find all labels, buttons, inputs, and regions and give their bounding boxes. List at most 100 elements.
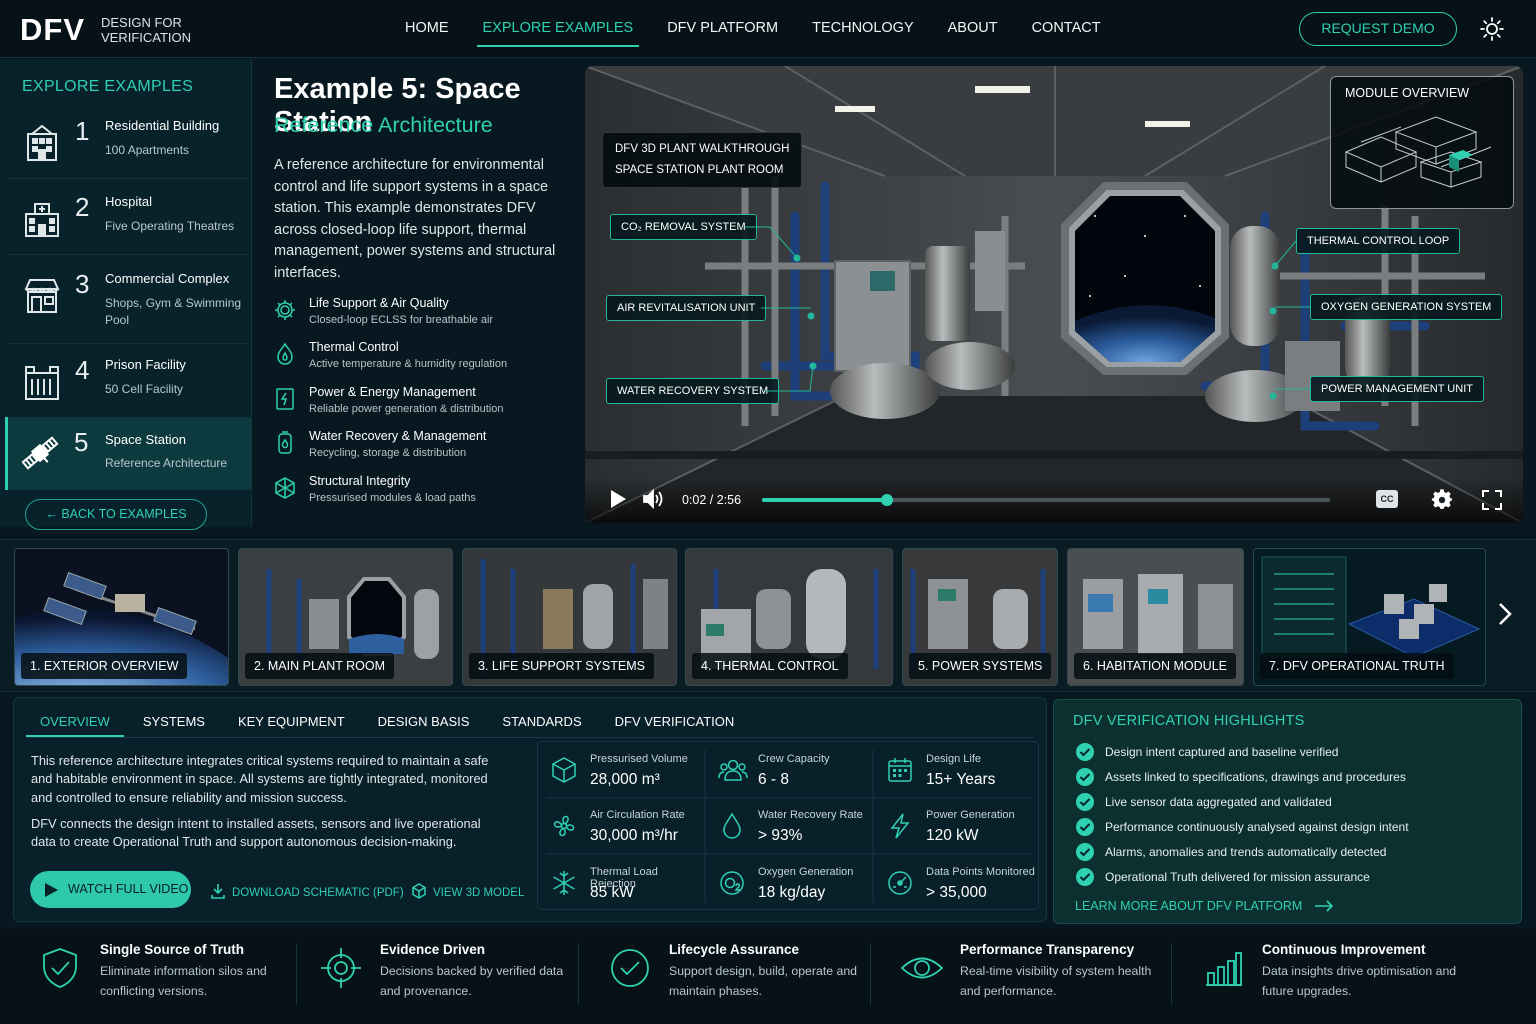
nav-explore-examples[interactable]: EXPLORE EXAMPLES <box>466 0 651 58</box>
footer-title: Continuous Improvement <box>1262 942 1426 957</box>
stat-design-life: Design Life 15+ Years <box>874 742 1041 798</box>
view-3d-model-link[interactable]: VIEW 3D MODEL <box>411 883 524 899</box>
stat-crew-capacity: Crew Capacity 6 - 8 <box>706 742 873 798</box>
volume-icon[interactable] <box>642 489 666 509</box>
stat-thermal-load: Thermal Load Rejection 85 kW <box>538 855 705 911</box>
feature-title: Structural Integrity <box>309 474 411 488</box>
fan-icon <box>550 812 578 840</box>
fullscreen-icon[interactable] <box>1482 490 1502 510</box>
power-panel-icon <box>273 387 297 411</box>
footer-title: Single Source of Truth <box>100 942 245 957</box>
example-description: A reference architecture for environment… <box>274 157 556 281</box>
sidebar-item-commercial[interactable]: 3 Commercial Complex Shops, Gym & Swimmi… <box>8 259 248 344</box>
feature-item: Life Support & Air Quality Closed-loop E… <box>273 296 573 336</box>
thumbnail-label: 3. LIFE SUPPORT SYSTEMS <box>469 653 654 679</box>
logo-tagline-line1: DESIGN FOR <box>101 15 182 30</box>
example-number: 1 <box>75 116 90 146</box>
thumbnail-life-support-systems[interactable]: 3. LIFE SUPPORT SYSTEMS <box>462 548 677 686</box>
stat-value: 15+ Years <box>926 771 996 788</box>
highlight-text: Design intent captured and baseline veri… <box>1105 745 1339 759</box>
learn-more-link[interactable]: LEARN MORE ABOUT DFV PLATFORM <box>1075 899 1334 913</box>
video-controls: 0:02 / 2:56 CC <box>585 477 1523 523</box>
sun-icon[interactable] <box>1480 17 1504 41</box>
download-schematic-link[interactable]: DOWNLOAD SCHEMATIC (PDF) <box>210 883 404 899</box>
logo[interactable]: DFV <box>20 12 85 48</box>
water-tank-icon <box>273 431 297 455</box>
captions-button[interactable]: CC <box>1376 490 1398 508</box>
check-icon <box>1075 792 1095 812</box>
data-gauge-icon <box>886 869 914 897</box>
thumbnail-dfv-operational-truth[interactable]: 7. DFV OPERATIONAL TRUTH <box>1253 548 1486 686</box>
check-icon <box>1075 767 1095 787</box>
stat-value: 85 kW <box>590 884 634 901</box>
calendar-icon <box>886 756 914 784</box>
thumbnail-label: 6. HABITATION MODULE <box>1074 653 1237 679</box>
sidebar-item-space-station[interactable]: 5 Space Station Reference Architecture <box>5 417 251 490</box>
thumbnail-label: 5. POWER SYSTEMS <box>909 653 1052 679</box>
highlight-text: Performance continuously analysed agains… <box>1105 820 1409 834</box>
watch-full-video-button[interactable]: WATCH FULL VIDEO <box>30 871 191 908</box>
feature-title: Life Support & Air Quality <box>309 296 449 310</box>
stats-grid: Pressurised Volume 28,000 m³ Crew Capaci… <box>537 741 1039 910</box>
example-number: 3 <box>75 269 90 299</box>
page-subtitle: Reference Architecture <box>274 113 493 137</box>
overview-paragraph-1: This reference architecture integrates c… <box>31 753 489 805</box>
sidebar-item-prison[interactable]: 4 Prison Facility 50 Cell Facility <box>8 345 248 418</box>
droplet-icon <box>718 812 746 840</box>
feature-item: Structural Integrity Pressurised modules… <box>273 474 573 514</box>
logo-tagline: DESIGN FOR VERIFICATION <box>101 15 191 45</box>
arrow-right-icon <box>1314 900 1333 912</box>
thumbnail-main-plant-room[interactable]: 2. MAIN PLANT ROOM <box>238 548 453 686</box>
back-to-examples-button[interactable]: ← BACK TO EXAMPLES <box>25 499 207 530</box>
module-overview-title: MODULE OVERVIEW <box>1345 86 1470 100</box>
footer-subtitle: Decisions backed by verified data and pr… <box>380 964 564 998</box>
tab-systems[interactable]: SYSTEMS <box>129 708 219 737</box>
sidebar-item-residential[interactable]: 1 Residential Building 100 Apartments <box>8 106 248 179</box>
footer-title: Evidence Driven <box>380 942 486 957</box>
thumbnail-exterior-overview[interactable]: 1. EXTERIOR OVERVIEW <box>14 548 229 686</box>
example-title: Space Station <box>105 432 186 447</box>
satellite-icon <box>20 433 60 473</box>
module-overview-panel[interactable]: MODULE OVERVIEW <box>1330 76 1514 209</box>
example-subtitle: 100 Apartments <box>105 143 190 157</box>
thumbnail-habitation-module[interactable]: 6. HABITATION MODULE <box>1067 548 1244 686</box>
highlight-text: Alarms, anomalies and trends automatical… <box>1105 845 1387 859</box>
nav-dfv-platform[interactable]: DFV PLATFORM <box>650 0 795 58</box>
chevron-right-icon[interactable] <box>1494 600 1516 628</box>
example-title: Commercial Complex <box>105 271 230 286</box>
thumbnail-power-systems[interactable]: 5. POWER SYSTEMS <box>902 548 1058 686</box>
shield-check-icon <box>40 947 80 989</box>
video-progress-track[interactable] <box>762 494 1330 506</box>
settings-gear-icon[interactable] <box>1431 489 1453 511</box>
feature-subtitle: Active temperature & humidity regulation <box>309 358 508 370</box>
video-player[interactable]: DFV 3D PLANT WALKTHROUGH SPACE STATION P… <box>585 66 1523 523</box>
video-progress-handle[interactable] <box>880 494 893 506</box>
stat-air-circulation: Air Circulation Rate 30,000 m³/hr <box>538 798 705 854</box>
tab-key-equipment[interactable]: KEY EQUIPMENT <box>224 708 359 737</box>
footer-divider <box>296 943 297 1005</box>
sidebar-item-hospital[interactable]: 2 Hospital Five Operating Theatres <box>8 182 248 255</box>
nav-about[interactable]: ABOUT <box>931 0 1015 58</box>
thumbnail-thermal-control[interactable]: 4. THERMAL CONTROL <box>685 548 893 686</box>
nav-contact[interactable]: CONTACT <box>1015 0 1118 58</box>
tab-design-basis[interactable]: DESIGN BASIS <box>364 708 484 737</box>
tab-standards[interactable]: STANDARDS <box>488 708 595 737</box>
tab-overview[interactable]: OVERVIEW <box>26 708 124 737</box>
request-demo-button[interactable]: REQUEST DEMO <box>1299 12 1457 46</box>
stat-power-generation: Power Generation 120 kW <box>874 798 1041 854</box>
play-icon[interactable] <box>609 489 627 509</box>
footer-subtitle: Data insights drive optimisation and fut… <box>1262 964 1457 998</box>
stat-label: Pressurised Volume <box>590 753 688 765</box>
example-info: Example 5: Space Station Reference Archi… <box>253 59 585 527</box>
footer-divider <box>578 943 579 1005</box>
structure-icon <box>273 476 297 500</box>
footer-single-source: Single Source of Truth Eliminate informa… <box>40 929 300 1024</box>
examples-sidebar: EXPLORE EXAMPLES 1 Residential Building … <box>0 59 252 530</box>
stat-value: 120 kW <box>926 827 979 844</box>
thumbnail-label: 1. EXTERIOR OVERVIEW <box>21 653 188 679</box>
feature-title: Power & Energy Management <box>309 385 476 399</box>
hospital-icon <box>22 198 62 238</box>
nav-home[interactable]: HOME <box>388 0 466 58</box>
tab-dfv-verification[interactable]: DFV VERIFICATION <box>601 708 749 737</box>
nav-technology[interactable]: TECHNOLOGY <box>795 0 931 58</box>
